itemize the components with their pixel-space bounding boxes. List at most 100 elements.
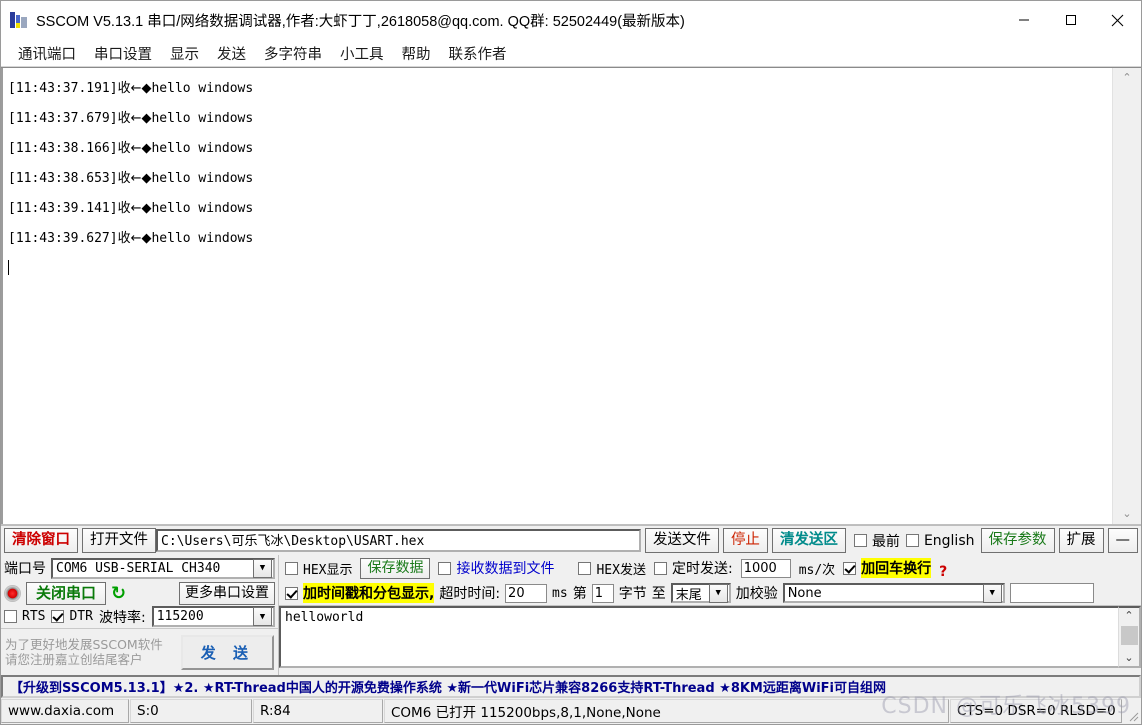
port-select[interactable]: COM6 USB-SERIAL CH340 ▼ — [51, 557, 275, 579]
crlf-checkbox[interactable]: 加回车换行 — [843, 558, 932, 578]
receive-scrollbar[interactable]: ⌃ ⌄ — [1112, 68, 1141, 524]
english-checkbox[interactable]: English — [905, 532, 975, 549]
timeout-label: 超时时间: — [439, 586, 501, 602]
menu-item-serial-config[interactable]: 串口设置 — [85, 43, 161, 64]
chevron-down-icon-checksum[interactable]: ▼ — [982, 583, 1002, 603]
clear-window-button[interactable]: 清除窗口 — [4, 528, 78, 553]
dtr-checkbox-box[interactable] — [51, 610, 65, 623]
send-scrollbar[interactable]: ⌃ ⌄ — [1118, 606, 1141, 668]
resize-grip-icon[interactable] — [1123, 698, 1141, 724]
hex-show-checkbox[interactable]: HEX显示 — [285, 559, 352, 578]
menu-bar: 通讯端口 串口设置 显示 发送 多字符串 小工具 帮助 联系作者 — [1, 40, 1141, 67]
receive-line: [11:43:38.653]收←◆hello windows — [8, 171, 254, 186]
chevron-down-icon-baud[interactable]: ▼ — [253, 607, 272, 626]
save-data-button[interactable]: 保存数据 — [360, 557, 431, 579]
options-column: HEX显示 保存数据 接收数据到文件 HEX发送 定时发送: 1000 ms/次… — [279, 555, 1141, 675]
timed-send-checkbox-box[interactable] — [653, 561, 667, 575]
dtr-checkbox[interactable]: DTR — [51, 609, 93, 624]
scroll-down-icon[interactable]: ⌄ — [1122, 508, 1131, 520]
scroll-up-icon[interactable]: ⌃ — [1122, 72, 1131, 84]
send-scroll-up-icon[interactable]: ⌃ — [1124, 608, 1133, 624]
hex-show-checkbox-box[interactable] — [285, 561, 298, 575]
dtr-label: DTR — [69, 609, 93, 624]
send-button[interactable]: 发 送 — [180, 634, 274, 670]
receive-caret — [8, 254, 1108, 284]
save-params-button[interactable]: 保存参数 — [980, 528, 1055, 553]
baud-rate-select[interactable]: 115200 ▼ — [151, 606, 275, 627]
send-file-button[interactable]: 发送文件 — [644, 528, 719, 553]
english-checkbox-box[interactable] — [905, 534, 919, 547]
menu-item-tools[interactable]: 小工具 — [331, 43, 393, 64]
maximize-icon[interactable] — [1047, 1, 1094, 39]
send-scroll-thumb[interactable] — [1120, 626, 1138, 645]
hex-show-label: HEX显示 — [303, 562, 353, 578]
chevron-down-icon[interactable]: ▼ — [253, 558, 272, 578]
receive-panel: [11:43:37.191]收←◆hello windows [11:43:37.… — [1, 67, 1141, 525]
close-port-button[interactable]: 关闭串口 — [26, 581, 107, 605]
menu-item-help[interactable]: 帮助 — [393, 43, 440, 64]
timeout-input[interactable]: 20 — [505, 583, 548, 603]
collapse-button[interactable]: — — [1107, 528, 1138, 553]
port-select-value: COM6 USB-SERIAL CH340 — [56, 560, 221, 576]
chevron-down-icon-byteto[interactable]: ▼ — [708, 583, 728, 603]
promo-line-2: 请您注册嘉立创结尾客户 — [5, 652, 143, 667]
menu-item-multistring[interactable]: 多字符串 — [255, 43, 331, 64]
menu-item-comm-port[interactable]: 通讯端口 — [9, 43, 85, 64]
port-status-led — [4, 584, 21, 602]
refresh-icon[interactable]: ↻ — [111, 584, 126, 602]
timed-send-label: 定时发送: — [671, 561, 733, 577]
minimize-icon[interactable] — [1000, 1, 1047, 39]
status-site[interactable]: www.daxia.com — [1, 699, 129, 723]
timed-send-input[interactable]: 1000 — [740, 558, 791, 578]
window-title: SSCOM V5.13.1 串口/网络数据调试器,作者:大虾丁丁,2618058… — [36, 13, 685, 30]
send-scroll-down-icon[interactable]: ⌄ — [1124, 650, 1133, 666]
byte-to-select[interactable]: 末尾 ▼ — [670, 583, 731, 603]
promo-banner[interactable]: 【升级到SSCOM5.13.1】★2. ★RT-Thread中国人的开源免费操作… — [1, 675, 1141, 698]
open-file-button[interactable]: 打开文件 — [82, 528, 156, 553]
byte-from-input[interactable]: 1 — [591, 583, 614, 603]
checksum-select[interactable]: None ▼ — [782, 583, 1005, 603]
file-path-input[interactable]: C:\Users\可乐飞冰\Desktop\USART.hex — [156, 529, 641, 552]
help-mark-icon[interactable]: ? — [939, 564, 947, 580]
title-bar: SSCOM V5.13.1 串口/网络数据调试器,作者:大虾丁丁,2618058… — [1, 1, 1141, 40]
english-label: English — [923, 532, 975, 549]
timestamp-checkbox[interactable]: 加时间戳和分包显示, — [285, 583, 435, 603]
receive-line: [11:43:39.141]收←◆hello windows — [8, 201, 254, 216]
window-controls — [1000, 1, 1141, 39]
stop-button[interactable]: 停止 — [722, 528, 768, 553]
baud-rate-value: 115200 — [156, 609, 204, 624]
recv-to-file-checkbox[interactable]: 接收数据到文件 — [438, 558, 554, 578]
extend-button[interactable]: 扩展 — [1058, 528, 1104, 553]
clear-send-button[interactable]: 清发送区 — [771, 528, 846, 553]
topmost-label: 最前 — [871, 533, 900, 550]
timeout-unit: ms — [552, 585, 568, 601]
port-control-row: 关闭串口 ↻ 更多串口设置 — [1, 581, 278, 605]
hex-send-checkbox-box[interactable] — [578, 561, 592, 575]
receive-textarea[interactable]: [11:43:37.191]收←◆hello windows [11:43:37.… — [1, 68, 1112, 524]
file-toolbar: 清除窗口 打开文件 C:\Users\可乐飞冰\Desktop\USART.he… — [1, 526, 1141, 555]
port-settings-column: 端口号 COM6 USB-SERIAL CH340 ▼ 关闭串口 ↻ 更多串口设… — [1, 555, 279, 675]
recv-to-file-checkbox-box[interactable] — [438, 561, 452, 575]
checksum-extra-input[interactable] — [1009, 583, 1094, 603]
more-port-settings-button[interactable]: 更多串口设置 — [179, 581, 275, 605]
baud-rate-label: 波特率: — [98, 609, 146, 626]
receive-line: [11:43:37.191]收←◆hello windows — [8, 81, 254, 96]
recv-to-file-label: 接收数据到文件 — [456, 561, 555, 577]
menu-item-display[interactable]: 显示 — [161, 43, 208, 64]
timed-send-checkbox[interactable]: 定时发送: — [653, 558, 733, 578]
menu-item-send[interactable]: 发送 — [208, 43, 255, 64]
menu-item-contact[interactable]: 联系作者 — [440, 43, 516, 64]
crlf-checkbox-box[interactable] — [843, 561, 857, 575]
hex-send-checkbox[interactable]: HEX发送 — [578, 559, 646, 578]
rts-checkbox[interactable]: RTS — [4, 609, 45, 624]
timestamp-checkbox-box[interactable] — [285, 586, 298, 600]
byte-from-label: 第 — [572, 586, 587, 602]
close-icon[interactable] — [1094, 1, 1141, 39]
hex-send-label: HEX发送 — [596, 562, 646, 578]
topmost-checkbox-box[interactable] — [853, 534, 867, 547]
rts-checkbox-box[interactable] — [4, 610, 17, 623]
topmost-checkbox[interactable]: 最前 — [853, 531, 900, 551]
rts-label: RTS — [22, 609, 46, 624]
flow-control-row: RTS DTR 波特率: 115200 ▼ — [1, 605, 278, 628]
send-textarea[interactable]: helloworld — [279, 606, 1118, 668]
